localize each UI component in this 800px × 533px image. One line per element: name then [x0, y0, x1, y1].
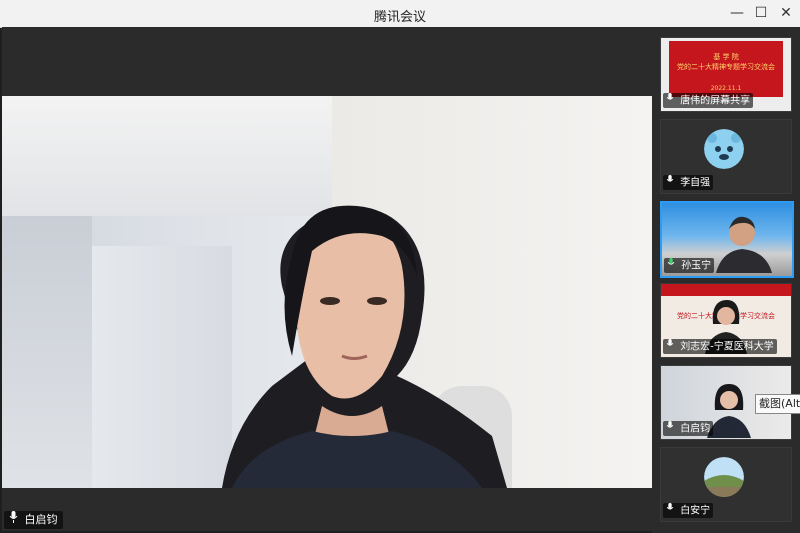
cartoon-avatar-icon	[704, 129, 744, 169]
mic-active-icon	[667, 258, 675, 273]
participant-name: 唐伟的屏幕共享	[680, 95, 751, 107]
main-video-feed[interactable]	[2, 96, 652, 488]
mic-icon	[666, 339, 674, 354]
mic-icon	[666, 175, 674, 190]
shared-screen-content: 基 学 院 党的二十大精神专题学习交流会 2022.11.1	[669, 41, 783, 97]
participant-name: 白启钧	[680, 423, 711, 435]
title-bar: 腾讯会议 — ☐ ✕	[0, 0, 800, 28]
mic-icon	[666, 503, 674, 518]
shared-screen-line-3: 2022.11.1	[710, 85, 742, 92]
shared-screen-line-1: 基 学 院	[713, 53, 739, 61]
screenshot-tooltip: 截图(Alt	[755, 394, 800, 414]
maximize-button[interactable]: ☐	[751, 4, 771, 22]
minimize-button[interactable]: —	[727, 4, 747, 22]
participant-tile-avatar[interactable]: 白安宁	[660, 447, 792, 522]
main-video-panel: 白启钧	[2, 27, 652, 531]
mic-icon	[9, 511, 18, 529]
close-button[interactable]: ✕	[776, 4, 796, 22]
tile-label: 白启钧	[663, 421, 714, 436]
tile-label: 孙玉宁	[664, 258, 715, 273]
main-participant-name: 白启钧	[24, 513, 58, 526]
participant-name: 孙玉宁	[681, 260, 712, 272]
tile-label: 白安宁	[663, 503, 714, 518]
participant-sidebar: 基 学 院 党的二十大精神专题学习交流会 2022.11.1 唐伟的屏幕共享 李…	[652, 27, 800, 533]
mic-icon	[666, 421, 674, 436]
participant-tile-avatar[interactable]: 李自强	[660, 119, 792, 194]
tile-label: 刘志宏-宁夏医科大学	[663, 339, 777, 354]
tile-label: 李自强	[663, 175, 714, 190]
participant-tile-video[interactable]: 党的二十大精神专题学习交流会 刘志宏-宁夏医科大学	[660, 283, 792, 358]
participant-tile-screen-share[interactable]: 基 学 院 党的二十大精神专题学习交流会 2022.11.1 唐伟的屏幕共享	[660, 37, 792, 112]
participant-name: 白安宁	[680, 505, 711, 517]
window-title: 腾讯会议	[373, 10, 426, 25]
participant-name: 李自强	[680, 177, 711, 189]
tile-label: 唐伟的屏幕共享	[663, 93, 754, 108]
participant-tile-active-speaker[interactable]: 孙玉宁	[660, 201, 794, 278]
landscape-avatar-icon	[704, 457, 744, 497]
speaker-figure	[222, 205, 507, 488]
shared-screen-line-2: 党的二十大精神专题学习交流会	[677, 63, 775, 71]
participant-name: 刘志宏-宁夏医科大学	[680, 341, 774, 353]
mic-icon	[666, 93, 674, 108]
participant-video-figure	[716, 216, 772, 273]
background-left-wall	[2, 216, 92, 488]
main-participant-label: 白启钧	[4, 511, 63, 529]
